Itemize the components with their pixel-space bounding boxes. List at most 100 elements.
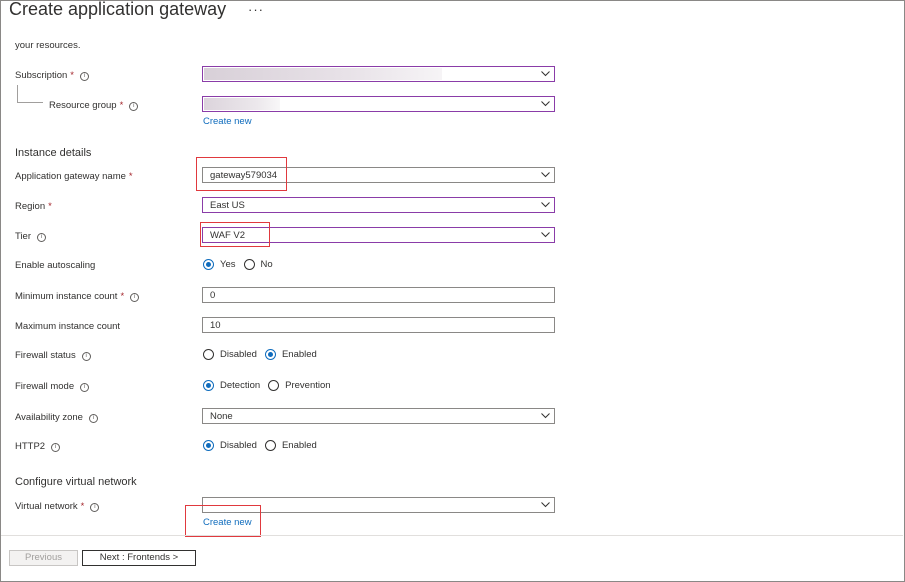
firewall-status-enabled-label: Enabled <box>281 348 317 360</box>
radio-selected-icon[interactable] <box>203 439 214 451</box>
info-icon[interactable]: i <box>37 233 47 242</box>
firewall-mode-detection-option[interactable]: Detection <box>203 379 261 391</box>
http2-enabled-label: Enabled <box>281 439 317 451</box>
http2-disabled-label: Disabled <box>220 439 257 451</box>
subscription-label: Subscription * i <box>15 70 89 81</box>
region-value: East US <box>210 200 245 211</box>
subscription-label-text: Subscription <box>15 70 68 81</box>
info-icon[interactable]: i <box>51 443 61 452</box>
radio-selected-icon[interactable] <box>264 348 276 360</box>
create-new-vnet-link[interactable]: Create new <box>203 517 252 528</box>
region-dropdown[interactable]: East US <box>202 197 555 213</box>
chevron-down-icon <box>541 231 550 238</box>
autoscaling-yes-label: Yes <box>220 258 236 270</box>
footer-divider <box>1 535 903 536</box>
autoscaling-label: Enable autoscaling <box>15 260 96 271</box>
gateway-name-value: gateway579034 <box>210 170 278 181</box>
subscription-dropdown[interactable] <box>202 66 555 82</box>
info-icon[interactable]: i <box>88 414 98 423</box>
info-icon[interactable]: i <box>90 503 100 512</box>
info-icon[interactable]: i <box>81 352 91 361</box>
required-marker: * <box>80 501 85 512</box>
radio-empty-icon[interactable] <box>268 379 280 391</box>
chevron-down-icon <box>541 201 550 208</box>
instance-details-heading: Instance details <box>15 147 92 159</box>
http2-radio-group: Disabled Enabled <box>203 438 325 452</box>
firewall-mode-radio-group: Detection Prevention <box>203 378 339 392</box>
autoscaling-yes-option[interactable]: Yes <box>203 258 236 270</box>
previous-button[interactable]: Previous <box>9 550 78 566</box>
more-options-button[interactable]: ··· <box>248 2 264 17</box>
tree-connector <box>17 85 43 103</box>
gateway-name-input[interactable]: gateway579034 <box>202 167 555 183</box>
radio-empty-icon[interactable] <box>243 258 255 270</box>
info-icon[interactable]: i <box>79 72 89 81</box>
firewall-mode-detection-label: Detection <box>220 379 261 391</box>
chevron-down-icon <box>541 100 550 107</box>
firewall-status-disabled-label: Disabled <box>220 348 257 360</box>
info-icon[interactable]: i <box>80 383 90 392</box>
radio-empty-icon[interactable] <box>203 348 214 360</box>
firewall-status-label: Firewall status i <box>15 350 91 361</box>
min-instance-value: 0 <box>210 290 216 301</box>
required-marker: * <box>120 291 125 302</box>
availability-zone-label: Availability zone i <box>15 412 98 423</box>
tier-value: WAF V2 <box>210 230 246 241</box>
virtual-network-dropdown[interactable] <box>202 497 555 513</box>
required-marker: * <box>48 201 52 212</box>
resource-group-label-text: Resource group <box>49 100 117 111</box>
info-icon[interactable]: i <box>129 102 139 111</box>
max-instance-value: 10 <box>210 320 221 331</box>
radio-selected-icon[interactable] <box>203 379 214 391</box>
required-marker: * <box>119 100 124 111</box>
min-instance-label: Minimum instance count * i <box>15 291 140 302</box>
virtual-network-label-text: Virtual network <box>15 501 78 512</box>
availability-zone-value: None <box>210 411 233 422</box>
chevron-down-icon <box>541 70 550 77</box>
resource-group-label: Resource group * i <box>49 100 139 111</box>
info-icon[interactable]: i <box>130 293 140 302</box>
autoscaling-no-option[interactable]: No <box>243 258 273 270</box>
required-marker: * <box>70 70 74 81</box>
gateway-name-label-text: Application gateway name <box>15 171 126 182</box>
chevron-down-icon <box>541 501 550 508</box>
autoscaling-radio-group: Yes No <box>203 257 281 271</box>
radio-selected-icon[interactable] <box>203 258 214 270</box>
tier-label-text: Tier <box>15 231 32 242</box>
firewall-status-enabled-option[interactable]: Enabled <box>264 348 317 360</box>
gateway-name-label: Application gateway name * <box>15 171 133 182</box>
max-instance-label: Maximum instance count <box>15 321 121 332</box>
autoscaling-no-label: No <box>260 258 273 270</box>
virtual-network-heading: Configure virtual network <box>15 476 137 488</box>
virtual-network-label: Virtual network * i <box>15 501 100 512</box>
firewall-status-disabled-option[interactable]: Disabled <box>203 348 257 360</box>
next-frontends-button[interactable]: Next : Frontends > <box>82 550 196 566</box>
tier-label: Tier i <box>15 231 47 242</box>
min-instance-input[interactable]: 0 <box>202 287 555 303</box>
required-marker: * <box>128 171 133 182</box>
firewall-mode-prevention-option[interactable]: Prevention <box>268 379 331 391</box>
resource-group-dropdown[interactable] <box>202 96 555 112</box>
availability-zone-label-text: Availability zone <box>15 412 83 423</box>
http2-label-text: HTTP2 <box>15 441 46 452</box>
create-new-resource-group-link[interactable]: Create new <box>203 116 252 127</box>
region-label-text: Region <box>15 201 46 212</box>
firewall-mode-label: Firewall mode i <box>15 381 90 392</box>
firewall-status-radio-group: Disabled Enabled <box>203 347 325 361</box>
min-instance-label-text: Minimum instance count <box>15 291 118 302</box>
availability-zone-dropdown[interactable]: None <box>202 408 555 424</box>
radio-empty-icon[interactable] <box>264 439 276 451</box>
firewall-mode-label-text: Firewall mode <box>15 381 75 392</box>
chevron-down-icon <box>541 412 550 419</box>
http2-label: HTTP2 i <box>15 441 61 452</box>
region-label: Region * <box>15 201 52 212</box>
http2-disabled-option[interactable]: Disabled <box>203 439 257 451</box>
http2-enabled-option[interactable]: Enabled <box>264 439 317 451</box>
redacted-value <box>204 68 442 80</box>
firewall-mode-prevention-label: Prevention <box>285 379 331 391</box>
check-icon <box>541 171 550 178</box>
intro-text: your resources. <box>15 40 81 51</box>
redacted-value <box>204 98 280 110</box>
max-instance-input[interactable]: 10 <box>202 317 555 333</box>
tier-dropdown[interactable]: WAF V2 <box>202 227 555 243</box>
